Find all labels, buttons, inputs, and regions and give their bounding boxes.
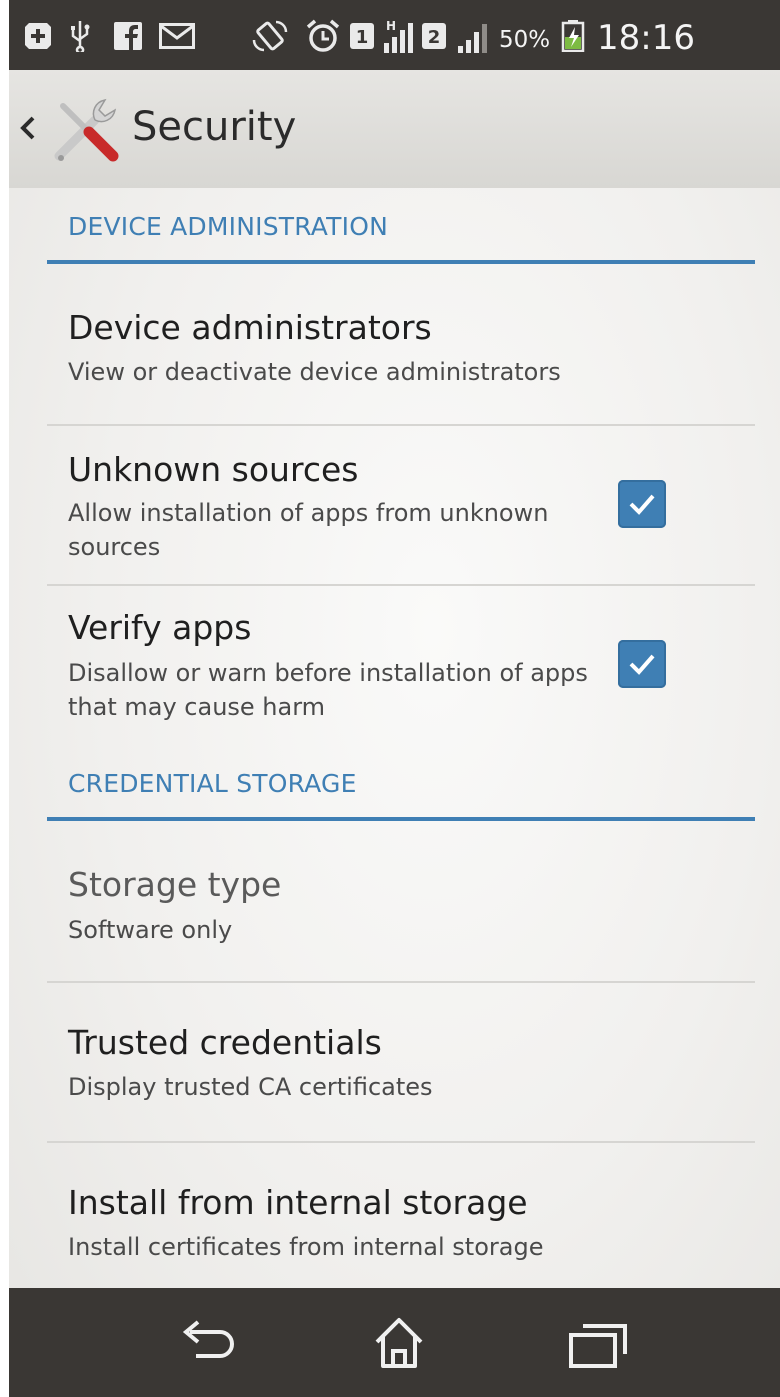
action-bar: Security xyxy=(9,70,780,188)
item-title: Device administrators xyxy=(68,308,432,347)
home-icon[interactable] xyxy=(364,1316,434,1370)
item-subtitle: Display trusted CA certificates xyxy=(68,1073,433,1101)
list-item-unknown-sources[interactable]: Unknown sources Allow installation of ap… xyxy=(47,426,755,584)
clock: 18:16 xyxy=(597,18,695,58)
list-item-trusted-credentials[interactable]: Trusted credentials Display trusted CA c… xyxy=(47,983,755,1141)
plus-square-icon xyxy=(23,22,53,50)
chevron-left-icon[interactable] xyxy=(13,108,43,148)
section-header-label: CREDENTIAL STORAGE xyxy=(68,769,357,798)
item-subtitle: Install certificates from internal stora… xyxy=(68,1233,544,1261)
alarm-icon xyxy=(305,19,341,52)
usb-icon xyxy=(69,21,91,52)
back-icon[interactable] xyxy=(176,1316,246,1370)
section-header-credential-storage: CREDENTIAL STORAGE xyxy=(47,745,755,821)
section-header-label: DEVICE ADMINISTRATION xyxy=(68,212,388,241)
item-title: Unknown sources xyxy=(68,450,359,489)
page-title: Security xyxy=(132,104,297,150)
status-bar: 1 H 2 50% 18:16 xyxy=(9,0,780,70)
battery-charging-icon xyxy=(561,20,585,52)
sim2-badge: 2 xyxy=(428,27,441,48)
battery-percent: 50% xyxy=(499,27,551,53)
item-title: Storage type xyxy=(68,865,282,904)
check-icon xyxy=(629,654,655,675)
list-item-verify-apps[interactable]: Verify apps Disallow or warn before inst… xyxy=(47,586,755,736)
navigation-bar xyxy=(9,1288,780,1397)
sim2-icon: 2 xyxy=(421,22,447,50)
section-header-device-administration: DEVICE ADMINISTRATION xyxy=(47,188,755,264)
signal-icon: H xyxy=(381,19,417,53)
list-item-storage-type: Storage type Software only xyxy=(47,821,755,981)
signal-icon xyxy=(455,22,495,53)
list-item-install-from-internal-storage[interactable]: Install from internal storage Install ce… xyxy=(47,1143,755,1288)
item-subtitle: Software only xyxy=(68,916,233,944)
item-title: Verify apps xyxy=(68,608,252,647)
rotation-lock-icon xyxy=(251,20,289,52)
phone-screen: 1 H 2 50% 18:16 Security DEVICE ADMINIST… xyxy=(9,0,780,1397)
item-subtitle: Disallow or warn before installation of … xyxy=(68,659,588,721)
facebook-icon xyxy=(113,22,143,50)
item-title: Trusted credentials xyxy=(68,1023,382,1062)
item-subtitle: Allow installation of apps from unknown … xyxy=(68,499,549,561)
tools-icon[interactable] xyxy=(49,94,125,170)
item-title: Install from internal storage xyxy=(68,1183,528,1222)
sim1-icon: 1 xyxy=(349,22,375,50)
item-subtitle: View or deactivate device administrators xyxy=(68,358,561,386)
verify-apps-checkbox[interactable] xyxy=(618,640,666,688)
sim1-badge: 1 xyxy=(356,27,369,48)
unknown-sources-checkbox[interactable] xyxy=(618,480,666,528)
list-item-device-administrators[interactable]: Device administrators View or deactivate… xyxy=(47,264,755,424)
check-icon xyxy=(629,494,655,515)
network-type: H xyxy=(386,19,396,33)
gmail-icon xyxy=(159,22,195,50)
recents-icon[interactable] xyxy=(564,1316,634,1370)
